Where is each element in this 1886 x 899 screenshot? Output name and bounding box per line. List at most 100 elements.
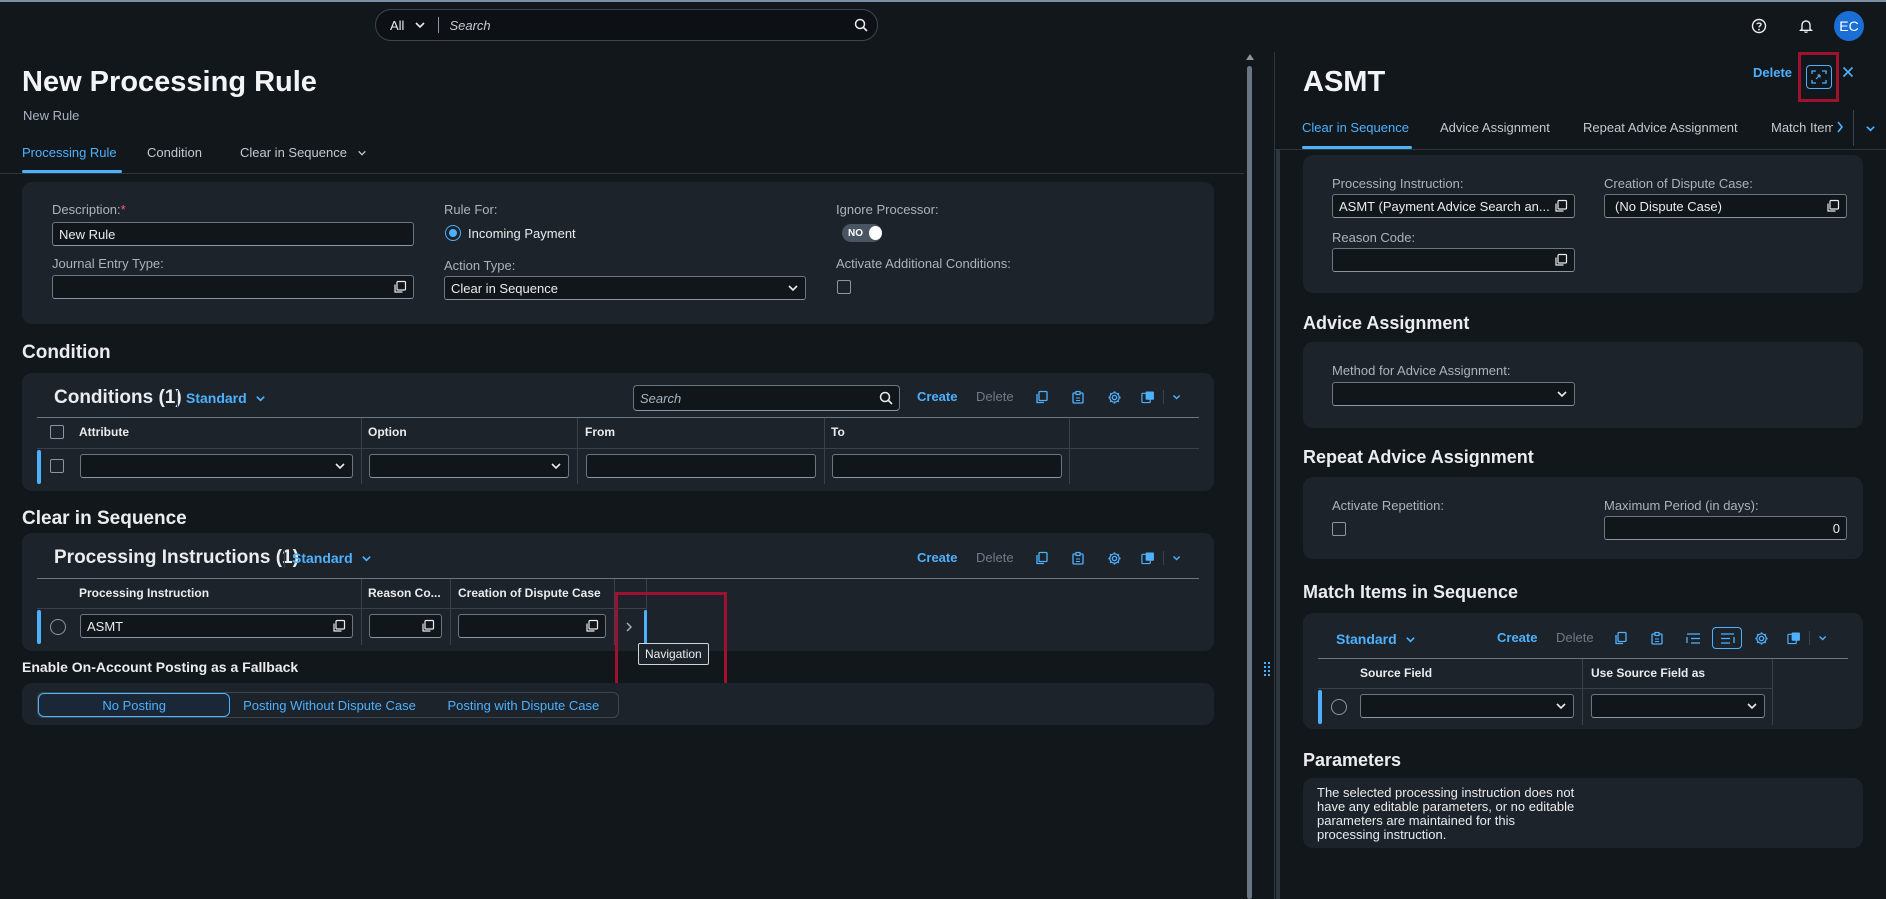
value-help-icon[interactable]	[1826, 199, 1840, 213]
tabs-scroll-right-icon[interactable]	[1836, 121, 1844, 133]
search-scope-select[interactable]: All	[376, 10, 438, 40]
incoming-payment-radio[interactable]	[445, 225, 461, 241]
tab-condition[interactable]: Condition	[147, 145, 202, 160]
value-help-icon[interactable]	[1554, 253, 1568, 267]
notifications-bell-icon[interactable]	[1792, 12, 1820, 40]
condition-row-checkbox[interactable]	[50, 459, 64, 473]
detail-delete-button[interactable]: Delete	[1753, 65, 1792, 80]
copy-icon[interactable]	[1033, 549, 1051, 567]
close-icon[interactable]	[1842, 66, 1854, 78]
conditions-variant-select[interactable]: Standard	[186, 390, 266, 406]
activate-repetition-checkbox[interactable]	[1332, 522, 1346, 536]
global-search-input[interactable]: Search	[439, 18, 845, 33]
match-items-variant-select[interactable]: Standard	[1336, 631, 1416, 647]
column-use-source-field-as[interactable]: Use Source Field as	[1591, 666, 1705, 680]
conditions-select-all-checkbox[interactable]	[50, 425, 64, 439]
source-field-select[interactable]	[1360, 694, 1574, 718]
column-separator	[824, 418, 825, 484]
column-creation-of-dispute-case[interactable]: Creation of Dispute Case	[458, 586, 601, 600]
detail-tab-repeat-advice-assignment[interactable]: Repeat Advice Assignment	[1583, 120, 1738, 135]
instructions-create-button[interactable]: Create	[917, 550, 957, 565]
value-help-icon[interactable]	[421, 619, 435, 633]
global-search-bar[interactable]: All Search	[375, 9, 878, 41]
detail-tab-clear-in-sequence[interactable]: Clear in Sequence	[1302, 120, 1409, 135]
value-help-icon[interactable]	[393, 280, 407, 294]
copy-icon[interactable]	[1033, 388, 1051, 406]
column-reason-code[interactable]: Reason Co...	[368, 586, 441, 600]
move-up-icon[interactable]	[1684, 629, 1702, 647]
rule-for-radio-group[interactable]: Incoming Payment	[445, 225, 576, 241]
ignore-processor-switch[interactable]: NO	[842, 224, 882, 242]
paste-icon[interactable]	[1069, 388, 1087, 406]
column-from[interactable]: From	[585, 425, 615, 439]
settings-gear-icon[interactable]	[1752, 629, 1770, 647]
pane-resize-handle[interactable]	[1263, 660, 1271, 680]
paste-icon[interactable]	[1648, 629, 1666, 647]
help-icon[interactable]	[1745, 12, 1773, 40]
user-avatar[interactable]: EC	[1834, 11, 1864, 41]
action-type-select[interactable]: Clear in Sequence	[444, 276, 806, 300]
detail-reason-code-input[interactable]	[1332, 248, 1575, 272]
match-items-create-button[interactable]: Create	[1497, 630, 1537, 645]
conditions-header-top-line	[37, 417, 1199, 418]
use-source-field-as-select[interactable]	[1591, 694, 1765, 718]
reason-code-input[interactable]	[369, 614, 442, 638]
move-down-icon[interactable]	[1712, 627, 1742, 649]
instruction-row-radio[interactable]	[50, 619, 66, 635]
chevron-down-icon	[1557, 391, 1567, 398]
settings-gear-icon[interactable]	[1105, 549, 1123, 567]
processing-instructions-variant-select[interactable]: Standard	[292, 550, 372, 566]
match-items-delete-button[interactable]: Delete	[1556, 630, 1594, 645]
export-menu-button[interactable]	[1141, 549, 1181, 567]
search-icon[interactable]	[845, 18, 877, 32]
detail-scrollbar[interactable]	[1276, 150, 1280, 899]
processing-instruction-input[interactable]: ASMT	[80, 614, 353, 638]
scroll-up-arrow-icon[interactable]	[1246, 54, 1254, 60]
journal-entry-type-input[interactable]	[52, 275, 414, 299]
copy-icon[interactable]	[1612, 629, 1630, 647]
activate-additional-conditions-checkbox[interactable]	[837, 280, 851, 294]
export-menu-button[interactable]	[1141, 388, 1181, 406]
value-help-icon[interactable]	[585, 619, 599, 633]
attribute-select[interactable]	[80, 454, 353, 478]
description-label: Description:*	[52, 202, 126, 217]
tab-processing-rule[interactable]: Processing Rule	[22, 145, 117, 160]
segment-posting-with-dispute-case[interactable]: Posting with Dispute Case	[429, 693, 618, 717]
detail-dispute-case-input[interactable]: (No Dispute Case)	[1604, 194, 1847, 218]
column-option[interactable]: Option	[368, 425, 407, 439]
value-help-icon[interactable]	[1554, 199, 1568, 213]
left-scrollbar-thumb[interactable]	[1247, 66, 1252, 899]
instructions-delete-button[interactable]: Delete	[976, 550, 1014, 565]
segment-no-posting[interactable]: No Posting	[38, 693, 231, 717]
settings-gear-icon[interactable]	[1105, 388, 1123, 406]
dispute-case-input[interactable]	[458, 614, 606, 638]
option-select[interactable]	[369, 454, 569, 478]
search-icon[interactable]	[879, 391, 893, 405]
conditions-create-button[interactable]: Create	[917, 389, 957, 404]
from-input[interactable]	[586, 454, 816, 478]
column-source-field[interactable]: Source Field	[1360, 666, 1432, 680]
column-to[interactable]: To	[831, 425, 845, 439]
paste-icon[interactable]	[1069, 549, 1087, 567]
export-menu-button[interactable]	[1787, 629, 1827, 647]
to-input[interactable]	[832, 454, 1062, 478]
description-input[interactable]: New Rule	[52, 222, 414, 246]
conditions-delete-button[interactable]: Delete	[976, 389, 1014, 404]
detail-processing-instruction-input[interactable]: ASMT (Payment Advice Search an...	[1332, 194, 1575, 218]
fullscreen-button[interactable]	[1798, 52, 1839, 102]
fallback-segmented-button[interactable]: No Posting Posting Without Dispute Case …	[37, 692, 619, 718]
method-for-advice-assignment-select[interactable]	[1332, 382, 1575, 406]
segment-posting-without-dispute-case[interactable]: Posting Without Dispute Case	[230, 693, 428, 717]
tab-clear-in-sequence[interactable]: Clear in Sequence	[240, 145, 367, 160]
column-attribute[interactable]: Attribute	[79, 425, 129, 439]
detail-tab-advice-assignment[interactable]: Advice Assignment	[1440, 120, 1550, 135]
value-help-icon[interactable]	[332, 619, 346, 633]
tabs-overflow-button[interactable]	[1853, 110, 1886, 146]
match-items-title: Match Items in Sequence	[1303, 582, 1519, 602]
parameters-title: Parameters	[1303, 750, 1402, 770]
maximum-period-input[interactable]: 0	[1604, 516, 1847, 540]
match-row-radio[interactable]	[1331, 699, 1347, 715]
column-processing-instruction[interactable]: Processing Instruction	[79, 586, 209, 600]
detail-tab-match-items[interactable]: Match Item	[1771, 120, 1833, 135]
conditions-search-input[interactable]: Search	[633, 385, 900, 411]
